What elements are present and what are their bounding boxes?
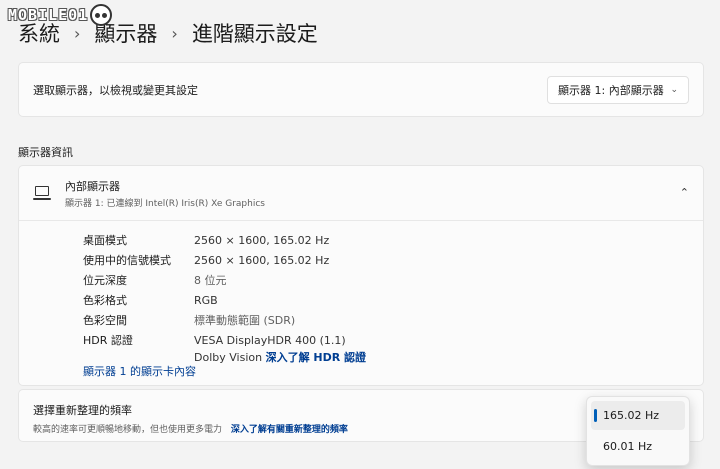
mascot-icon [90,4,113,26]
info-value: 2560 × 1600, 165.02 Hz [194,234,330,247]
info-value: 8 位元 [194,274,227,287]
chevron-down-icon: ⌄ [670,84,678,95]
info-key: 桌面模式 [83,234,127,247]
display-info-rows: 桌面模式 2560 × 1600, 165.02 Hz 使用中的信號模式 256… [19,221,703,365]
display-name: 內部顯示器 [65,179,120,193]
refresh-rate-learn-more-link[interactable]: 深入了解有關重新整理的頻率 [231,425,348,435]
watermark-text: MOBILE01 [8,6,89,24]
select-display-label: 選取顯示器，以檢視或變更其設定 [33,83,198,97]
dolby-vision-text: Dolby Vision [194,351,263,364]
refresh-rate-dropdown-menu: 165.02 Hz 60.01 Hz [586,396,690,466]
info-row: 色彩空間 標準動態範圍 (SDR) [83,311,703,331]
chevron-up-icon[interactable]: ⌃ [680,186,689,199]
refresh-option-60[interactable]: 60.01 Hz [591,432,685,461]
refresh-rate-desc: 較高的速率可更順暢地移動，但也使用更多電力 [33,425,223,435]
info-value: 標準動態範圍 (SDR) [194,314,296,327]
display-subtitle: 顯示器 1: 已連線到 Intel(R) Iris(R) Xe Graphics [65,198,265,209]
mobile01-watermark: MOBILE01 [8,4,113,26]
chevron-right-icon: › [74,23,81,43]
select-display-card: 選取顯示器，以檢視或變更其設定 顯示器 1: 內部顯示器 ⌄ [18,62,704,117]
info-row: 色彩格式 RGB [83,291,703,311]
display-info-card: 內部顯示器 顯示器 1: 已連線到 Intel(R) Iris(R) Xe Gr… [18,165,704,386]
adapter-properties-link[interactable]: 顯示器 1 的顯示卡內容 [83,363,196,379]
refresh-option-165[interactable]: 165.02 Hz [591,401,685,430]
info-row: 使用中的信號模式 2560 × 1600, 165.02 Hz [83,251,703,271]
page-title: 進階顯示設定 [191,22,318,46]
display-info-header[interactable]: 內部顯示器 顯示器 1: 已連線到 Intel(R) Iris(R) Xe Gr… [19,166,703,221]
info-key: 位元深度 [83,274,127,287]
info-key: HDR 認證 [83,334,133,347]
display-select-value: 顯示器 1: 內部顯示器 [558,83,664,97]
info-row: HDR 認證 VESA DisplayHDR 400 (1.1) [83,331,703,351]
hdr-learn-more-link[interactable]: 深入了解 HDR 認證 [266,351,366,364]
info-key: 色彩空間 [83,314,127,327]
info-value: RGB [194,294,218,307]
info-row: 桌面模式 2560 × 1600, 165.02 Hz [83,231,703,251]
info-value: VESA DisplayHDR 400 (1.1) [194,334,346,347]
info-row: 位元深度 8 位元 [83,271,703,291]
info-value: 2560 × 1600, 165.02 Hz [194,254,330,267]
chevron-right-icon: › [171,23,178,43]
section-title-display-info: 顯示器資訊 [18,146,73,159]
info-key: 使用中的信號模式 [83,254,171,267]
info-key: 色彩格式 [83,294,127,307]
display-select-dropdown[interactable]: 顯示器 1: 內部顯示器 ⌄ [547,75,689,104]
laptop-icon [33,186,51,200]
